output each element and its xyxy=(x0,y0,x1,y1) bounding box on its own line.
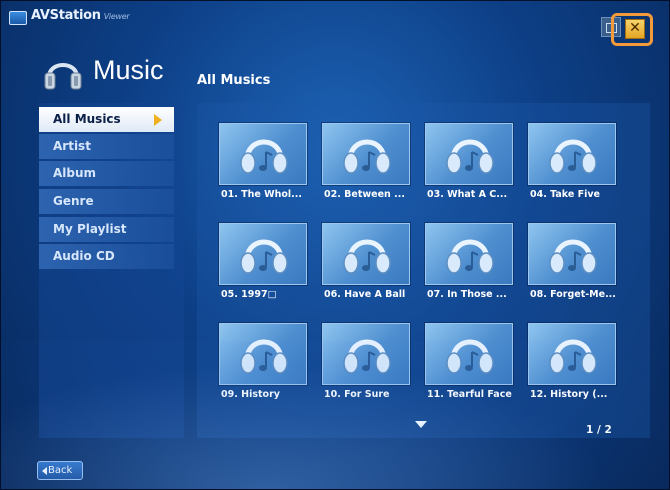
app-title-text: AVStation xyxy=(31,8,101,23)
album-art xyxy=(219,223,307,285)
track-tile[interactable]: 07. In Those ... xyxy=(425,223,513,307)
page-indicator: 1 / 2 xyxy=(586,424,612,436)
track-tile[interactable]: 08. Forget-Me... xyxy=(528,223,616,307)
track-title: 04. Take Five xyxy=(530,189,600,200)
sidebar-item-artist[interactable]: Artist xyxy=(39,134,174,159)
section-title: All Musics xyxy=(197,73,271,88)
back-button[interactable]: Back xyxy=(37,461,83,480)
triangle-right-icon xyxy=(154,114,162,126)
app-title: AVStation Viewer xyxy=(31,8,130,23)
app-subtitle: Viewer xyxy=(103,12,130,21)
album-art xyxy=(219,123,307,185)
track-tile[interactable]: 02. Between ... xyxy=(322,123,410,207)
track-title: 10. For Sure xyxy=(324,389,390,400)
headphones-note-icon xyxy=(343,339,391,374)
sidebar-item-album[interactable]: Album xyxy=(39,161,174,186)
track-title: 03. What A C... xyxy=(427,189,508,200)
sidebar-item-label: Audio CD xyxy=(53,249,115,263)
album-art xyxy=(425,323,513,385)
album-art xyxy=(528,223,616,285)
app-logo-icon xyxy=(9,11,27,25)
sidebar-item-label: All Musics xyxy=(53,112,121,126)
page-heading: Music xyxy=(93,55,164,85)
track-title: 07. In Those ... xyxy=(427,289,507,300)
sidebar-item-my-playlist[interactable]: My Playlist xyxy=(39,217,174,242)
track-title: 02. Between ... xyxy=(324,189,405,200)
headphones-note-icon xyxy=(240,139,288,174)
track-tile[interactable]: 12. History (... xyxy=(528,323,616,407)
title-bar: AVStation Viewer ✕ xyxy=(1,1,669,46)
album-art xyxy=(528,123,616,185)
album-art xyxy=(322,223,410,285)
sidebar-item-label: Artist xyxy=(53,139,91,153)
track-title: 08. Forget-Me... xyxy=(530,289,616,300)
headphones-note-icon xyxy=(549,239,597,274)
track-tile[interactable]: 05. 1997□ xyxy=(219,223,307,307)
track-tile[interactable]: 10. For Sure xyxy=(322,323,410,407)
album-art xyxy=(425,223,513,285)
album-art xyxy=(528,323,616,385)
album-art xyxy=(425,123,513,185)
headphones-note-icon xyxy=(446,339,494,374)
close-button[interactable]: ✕ xyxy=(625,19,645,39)
track-title: 09. History xyxy=(221,389,280,400)
headphones-note-icon xyxy=(343,139,391,174)
album-art xyxy=(322,323,410,385)
sidebar-item-audio-cd[interactable]: Audio CD xyxy=(39,244,174,269)
album-art xyxy=(219,323,307,385)
track-tile[interactable]: 03. What A C... xyxy=(425,123,513,207)
headphones-icon xyxy=(44,63,82,90)
album-art xyxy=(322,123,410,185)
track-tile[interactable]: 04. Take Five xyxy=(528,123,616,207)
headphones-note-icon xyxy=(549,139,597,174)
track-tile[interactable]: 11. Tearful Face xyxy=(425,323,513,407)
headphones-note-icon xyxy=(240,239,288,274)
headphones-note-icon xyxy=(446,239,494,274)
sidebar-item-genre[interactable]: Genre xyxy=(39,189,174,214)
triangle-left-icon xyxy=(42,467,47,475)
headphones-note-icon xyxy=(446,139,494,174)
back-button-label: Back xyxy=(48,465,73,476)
sidebar-item-label: My Playlist xyxy=(53,222,127,236)
track-tile[interactable]: 01. The Whol... xyxy=(219,123,307,207)
sidebar-item-label: Album xyxy=(53,166,97,180)
track-title: 11. Tearful Face xyxy=(427,389,512,400)
headphones-note-icon xyxy=(549,339,597,374)
track-tile[interactable]: 06. Have A Ball xyxy=(322,223,410,307)
headphones-note-icon xyxy=(240,339,288,374)
track-title: 12. History (... xyxy=(530,389,608,400)
track-tile[interactable]: 09. History xyxy=(219,323,307,407)
chevron-down-icon[interactable] xyxy=(415,421,427,428)
avstation-window: AVStation Viewer ✕ Music All Musics All M… xyxy=(0,0,670,490)
track-title: 05. 1997□ xyxy=(221,289,277,300)
sidebar: All Musics Artist Album Genre My Playlis… xyxy=(39,103,184,438)
sidebar-item-all-musics[interactable]: All Musics xyxy=(39,107,174,132)
sidebar-item-label: Genre xyxy=(53,194,94,208)
close-icon: ✕ xyxy=(629,20,641,36)
track-title: 01. The Whol... xyxy=(221,189,302,200)
track-title: 06. Have A Ball xyxy=(324,289,406,300)
headphones-note-icon xyxy=(343,239,391,274)
